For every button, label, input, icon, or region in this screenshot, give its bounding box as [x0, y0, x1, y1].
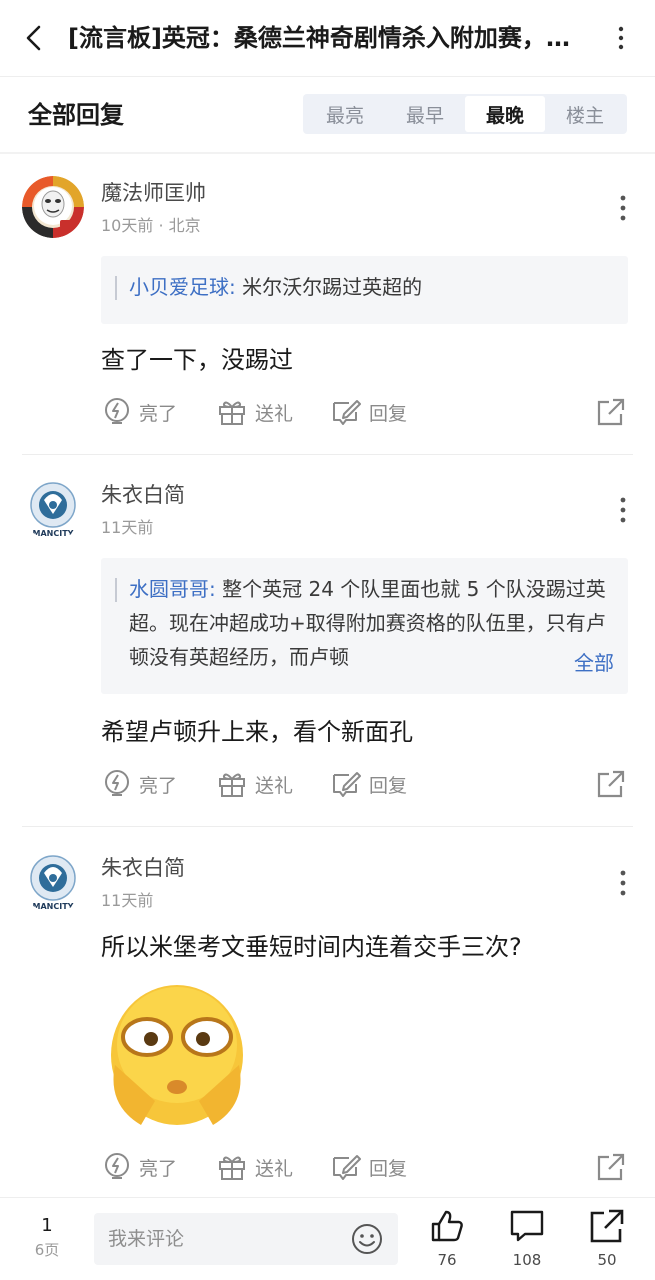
top-bar: [流言板]英冠：桑德兰神奇剧情杀入附加赛，将与考文垂争夺英超席位	[0, 0, 655, 76]
avatar-image	[22, 176, 84, 238]
author-name[interactable]: 魔法师匡帅	[101, 178, 206, 208]
post-time: 10天前	[101, 216, 154, 235]
more-options-button[interactable]	[604, 22, 638, 54]
reply-content: 查了一下，没踢过	[101, 346, 293, 374]
light-bulb-icon	[105, 398, 129, 424]
reply-label: 回复	[369, 402, 408, 425]
divider	[0, 152, 655, 154]
gift-icon	[219, 401, 245, 425]
light-bulb-icon	[105, 770, 129, 796]
share-icon[interactable]	[595, 768, 627, 800]
tab-brightest[interactable]: 最亮	[305, 96, 385, 132]
quoted-reply[interactable]: 小贝爱足球: 米尔沃尔踢过英超的	[101, 256, 628, 324]
reply-content: 所以米堡考文垂短时间内连着交手三次?	[101, 933, 522, 961]
replies-header: 全部回复 最亮 最早 最晚 楼主	[0, 86, 655, 144]
divider	[0, 76, 655, 77]
gift-label: 送礼	[255, 1157, 294, 1180]
gift-icon	[219, 773, 245, 797]
tab-earliest[interactable]: 最早	[385, 96, 465, 132]
chevron-left-icon	[26, 25, 41, 51]
comment-input[interactable]	[108, 1223, 338, 1255]
divider	[22, 454, 633, 455]
avatar[interactable]: MANCITY	[22, 478, 84, 540]
avatar[interactable]	[22, 176, 84, 238]
share-button[interactable]: 50	[579, 1208, 635, 1272]
svg-text:MANCITY: MANCITY	[33, 529, 74, 538]
gift-label: 送礼	[255, 774, 294, 797]
reply-more-button[interactable]	[608, 865, 638, 901]
reply-content: 希望卢顿升上来，看个新面孔	[101, 718, 413, 746]
share-icon	[590, 1209, 624, 1243]
reply-more-button[interactable]	[608, 190, 638, 226]
page-current[interactable]: 1	[30, 1214, 64, 1238]
replies-title: 全部回复	[28, 101, 124, 129]
divider	[22, 826, 633, 827]
tab-op[interactable]: 楼主	[545, 96, 625, 132]
comments-button[interactable]: 108	[499, 1208, 555, 1272]
reply-button[interactable]: 回复	[331, 1147, 407, 1187]
comment-box[interactable]	[94, 1213, 398, 1265]
light-button[interactable]: 亮了	[103, 392, 177, 432]
reply-button[interactable]: 回复	[331, 764, 407, 804]
like-button[interactable]: 76	[419, 1208, 475, 1272]
quote-text: 米尔沃尔踢过英超的	[242, 275, 423, 299]
reply-label: 回复	[369, 774, 408, 797]
share-icon[interactable]	[595, 1151, 627, 1183]
avatar-image: MANCITY	[22, 478, 84, 540]
comment-count: 108	[512, 1251, 542, 1269]
share-icon[interactable]	[595, 396, 627, 428]
bottom-bar: 1 6页 76 108 50	[0, 1197, 655, 1280]
tab-latest[interactable]: 最晚	[465, 96, 545, 132]
author-name[interactable]: 朱衣白简	[101, 853, 185, 883]
post-time: 11天前	[101, 891, 154, 910]
light-label: 亮了	[139, 1157, 178, 1180]
back-button[interactable]	[18, 22, 48, 54]
reply-more-button[interactable]	[608, 492, 638, 528]
quoted-reply[interactable]: 水圆哥哥: 整个英冠 24 个队里面也就 5 个队没踢过英超。现在冲超成功+取得…	[101, 558, 628, 694]
light-label: 亮了	[139, 402, 178, 425]
edit-comment-icon	[333, 772, 361, 797]
comment-icon	[510, 1210, 544, 1242]
emoji-icon[interactable]	[350, 1222, 384, 1256]
reply-actions: 亮了 送礼 回复	[101, 392, 631, 432]
reply-actions: 亮了 送礼 回复	[101, 1147, 631, 1187]
page-title: [流言板]英冠：桑德兰神奇剧情杀入附加赛，将与考文垂争夺英超席位	[68, 24, 588, 52]
more-vertical-icon	[618, 26, 624, 50]
more-vertical-icon	[620, 870, 626, 896]
share-count: 50	[597, 1251, 617, 1269]
quote-username[interactable]: 水圆哥哥:	[129, 577, 216, 601]
expand-quote-link[interactable]: 全部	[546, 646, 614, 680]
gift-label: 送礼	[255, 402, 294, 425]
author-name[interactable]: 朱衣白简	[101, 480, 185, 510]
light-label: 亮了	[139, 774, 178, 797]
gift-button[interactable]: 送礼	[217, 392, 293, 432]
post-location: 北京	[168, 216, 201, 235]
edit-comment-icon	[333, 400, 361, 425]
thumbs-up-icon	[431, 1210, 463, 1242]
light-button[interactable]: 亮了	[103, 1147, 177, 1187]
reply-label: 回复	[369, 1157, 408, 1180]
like-count: 76	[437, 1251, 457, 1269]
avatar[interactable]: MANCITY	[22, 851, 84, 913]
svg-text:MANCITY: MANCITY	[33, 902, 74, 911]
post-meta: 10天前 · 北京	[101, 216, 201, 235]
gift-button[interactable]: 送礼	[217, 764, 293, 804]
more-vertical-icon	[620, 195, 626, 221]
quote-username[interactable]: 小贝爱足球:	[129, 275, 236, 299]
reply-button[interactable]: 回复	[331, 392, 407, 432]
reply-actions: 亮了 送礼 回复	[101, 764, 631, 804]
edit-comment-icon	[333, 1155, 361, 1180]
light-button[interactable]: 亮了	[103, 764, 177, 804]
light-bulb-icon	[105, 1153, 129, 1179]
sticker-image[interactable]	[101, 975, 253, 1135]
sort-tabs: 最亮 最早 最晚 楼主	[303, 94, 627, 134]
avatar-image: MANCITY	[22, 851, 84, 913]
post-time: 11天前	[101, 518, 154, 537]
more-vertical-icon	[620, 497, 626, 523]
gift-icon	[219, 1156, 245, 1180]
page-total[interactable]: 6页	[26, 1240, 68, 1260]
gift-button[interactable]: 送礼	[217, 1147, 293, 1187]
emoji-sticker-icon	[111, 985, 243, 1125]
